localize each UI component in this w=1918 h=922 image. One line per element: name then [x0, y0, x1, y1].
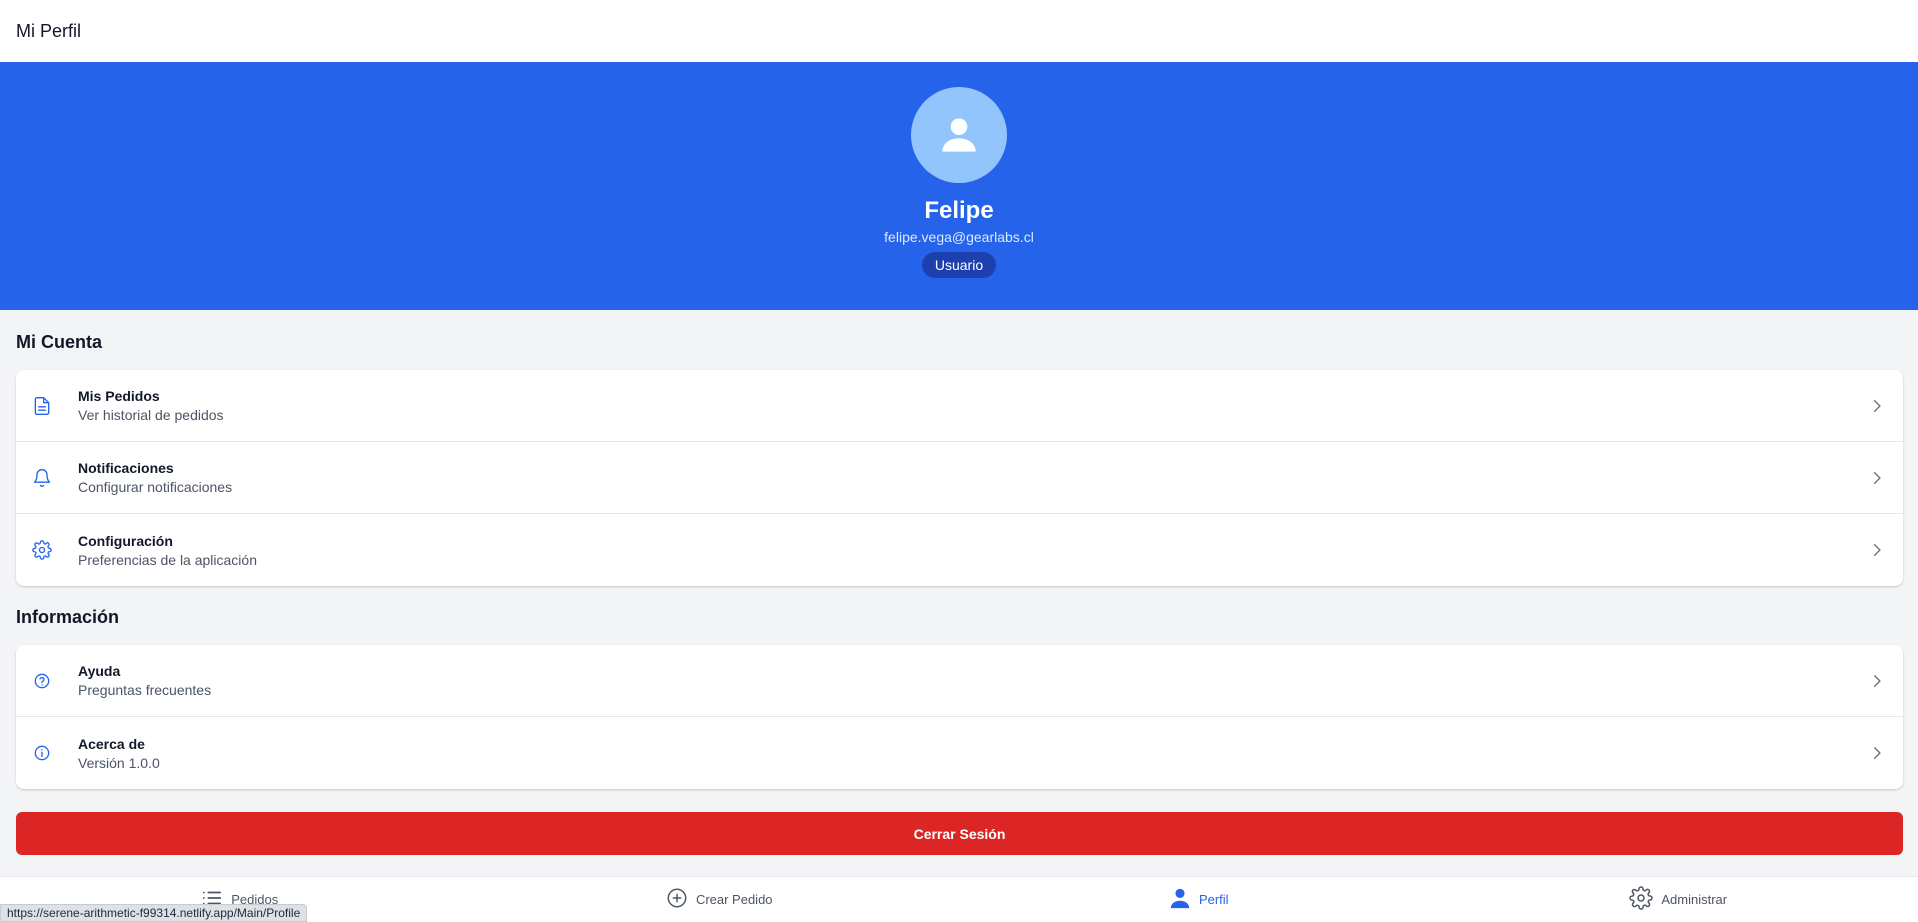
menu-item-label: Notificaciones	[78, 460, 174, 476]
info-card: Ayuda Preguntas frecuentes Acerca de Ver…	[16, 645, 1903, 789]
menu-item-description: Preguntas frecuentes	[78, 682, 212, 698]
status-bar-url: https://serene-arithmetic-f99314.netlify…	[0, 904, 308, 922]
user-icon	[942, 118, 976, 152]
menu-item-label: Configuración	[78, 532, 173, 549]
menu-item-configuracion[interactable]: Configuración Preferencias de la aplicac…	[16, 514, 1903, 586]
chevron-right-icon	[1867, 540, 1887, 560]
gear-icon	[32, 540, 52, 560]
menu-item-label: Acerca de	[78, 735, 145, 752]
menu-item-description: Configurar notificaciones	[78, 479, 233, 495]
chevron-right-icon	[1867, 468, 1887, 488]
chevron-right-icon	[1867, 743, 1887, 763]
gear-icon	[1629, 886, 1654, 913]
menu-item-description: Preferencias de la aplicación	[78, 551, 257, 568]
user-icon	[1169, 887, 1191, 912]
menu-item-ayuda[interactable]: Ayuda Preguntas frecuentes	[16, 645, 1903, 717]
chevron-right-icon	[1867, 396, 1887, 416]
menu-item-mis-pedidos[interactable]: Mis Pedidos Ver historial de pedidos	[16, 370, 1903, 442]
role-badge: Usuario	[921, 252, 997, 278]
page-title: Mi Perfil	[16, 20, 82, 41]
nav-item-crear-pedido[interactable]: Crear Pedido	[480, 877, 960, 922]
info-circle-icon	[32, 743, 52, 763]
menu-item-label: Mis Pedidos	[78, 388, 160, 404]
document-icon	[32, 396, 52, 416]
nav-item-administrar[interactable]: Administrar	[1439, 877, 1918, 922]
avatar	[911, 87, 1007, 183]
chevron-right-icon	[1867, 671, 1887, 691]
menu-item-description: Versión 1.0.0	[78, 754, 160, 771]
user-email: felipe.vega@gearlabs.cl	[884, 229, 1034, 245]
account-card: Mis Pedidos Ver historial de pedidos Not…	[16, 370, 1903, 586]
nav-label: Crear Pedido	[695, 892, 773, 907]
bell-icon	[32, 468, 52, 488]
menu-item-description: Ver historial de pedidos	[78, 407, 224, 423]
menu-item-label: Ayuda	[78, 663, 121, 679]
app-header: Mi Perfil	[0, 0, 1918, 62]
nav-item-perfil[interactable]: Perfil	[959, 877, 1439, 922]
logout-button[interactable]: Cerrar Sesión	[16, 812, 1903, 855]
user-name: Felipe	[924, 197, 994, 224]
profile-banner: Felipe felipe.vega@gearlabs.cl Usuario	[0, 62, 1918, 310]
plus-circle-icon	[666, 887, 688, 912]
nav-label: Administrar	[1661, 892, 1728, 907]
section-title-account: Mi Cuenta	[16, 332, 103, 352]
menu-item-acerca-de[interactable]: Acerca de Versión 1.0.0	[16, 717, 1903, 789]
help-circle-icon	[32, 671, 52, 691]
menu-item-notificaciones[interactable]: Notificaciones Configurar notificaciones	[16, 442, 1903, 514]
nav-label: Perfil	[1198, 892, 1229, 907]
section-title-info: Información	[16, 607, 120, 627]
